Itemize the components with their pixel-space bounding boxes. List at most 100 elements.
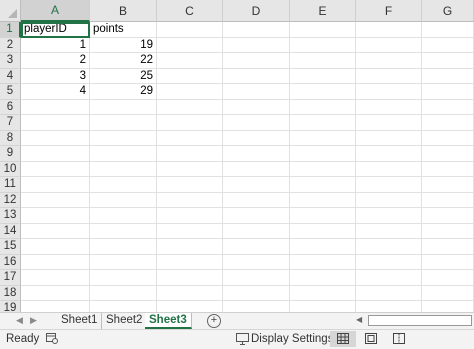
cell-a3[interactable]: 2 [21, 53, 90, 69]
display-settings-icon[interactable] [236, 333, 249, 345]
cell-e14[interactable] [290, 223, 356, 239]
cell-g14[interactable] [422, 223, 474, 239]
row-header-5[interactable]: 5 [0, 84, 21, 100]
cell-e11[interactable] [290, 177, 356, 193]
cell-a12[interactable] [21, 192, 90, 208]
cell-a17[interactable] [21, 270, 90, 286]
sheet-tab-sheet1[interactable]: Sheet1 [57, 313, 103, 329]
cell-c4[interactable] [157, 68, 223, 84]
cell-f2[interactable] [356, 37, 422, 53]
cell-e9[interactable] [290, 146, 356, 162]
row-header-9[interactable]: 9 [0, 146, 21, 162]
column-header-a[interactable]: A [21, 0, 90, 22]
column-header-g[interactable]: G [422, 0, 474, 22]
cell-b2[interactable]: 19 [90, 37, 157, 53]
row-header-8[interactable]: 8 [0, 130, 21, 146]
cell-c8[interactable] [157, 130, 223, 146]
cell-f10[interactable] [356, 161, 422, 177]
cell-e12[interactable] [290, 192, 356, 208]
cell-a19[interactable] [21, 301, 90, 312]
column-header-d[interactable]: D [223, 0, 290, 22]
cell-b18[interactable] [90, 285, 157, 301]
worksheet-grid[interactable]: ABCDEFG 1 2 3 4 5 6 7 8 9 10 11 12 13 14 15 16 17 18 19 pl… [0, 0, 474, 312]
cell-g9[interactable] [422, 146, 474, 162]
row-header-15[interactable]: 15 [0, 239, 21, 255]
cell-f1[interactable] [356, 22, 422, 38]
cell-b13[interactable] [90, 208, 157, 224]
cell-g13[interactable] [422, 208, 474, 224]
cell-f19[interactable] [356, 301, 422, 312]
cell-a11[interactable] [21, 177, 90, 193]
cell-g8[interactable] [422, 130, 474, 146]
cell-d4[interactable] [223, 68, 290, 84]
cell-e16[interactable] [290, 254, 356, 270]
cell-d6[interactable] [223, 99, 290, 115]
cell-a1[interactable]: playerID [21, 22, 90, 38]
cell-f5[interactable] [356, 84, 422, 100]
scroll-left-icon[interactable]: ◀ [356, 315, 366, 327]
cell-e5[interactable] [290, 84, 356, 100]
cell-d9[interactable] [223, 146, 290, 162]
cell-e17[interactable] [290, 270, 356, 286]
cell-e2[interactable] [290, 37, 356, 53]
cell-b10[interactable] [90, 161, 157, 177]
row-header-13[interactable]: 13 [0, 208, 21, 224]
cell-f18[interactable] [356, 285, 422, 301]
cell-f8[interactable] [356, 130, 422, 146]
cell-d16[interactable] [223, 254, 290, 270]
cell-g17[interactable] [422, 270, 474, 286]
cell-f3[interactable] [356, 53, 422, 69]
cell-g1[interactable] [422, 22, 474, 38]
cell-a8[interactable] [21, 130, 90, 146]
cell-c15[interactable] [157, 239, 223, 255]
cell-c7[interactable] [157, 115, 223, 131]
cell-e4[interactable] [290, 68, 356, 84]
sheet-tab-sheet2[interactable]: Sheet2 [102, 313, 148, 329]
cell-a18[interactable] [21, 285, 90, 301]
row-header-1[interactable]: 1 [0, 22, 21, 38]
cell-f9[interactable] [356, 146, 422, 162]
cell-d15[interactable] [223, 239, 290, 255]
cell-d19[interactable] [223, 301, 290, 312]
cell-c10[interactable] [157, 161, 223, 177]
cell-d7[interactable] [223, 115, 290, 131]
cell-f17[interactable] [356, 270, 422, 286]
cell-f16[interactable] [356, 254, 422, 270]
cell-a13[interactable] [21, 208, 90, 224]
cell-f15[interactable] [356, 239, 422, 255]
cell-b3[interactable]: 22 [90, 53, 157, 69]
cell-b19[interactable] [90, 301, 157, 312]
cell-g16[interactable] [422, 254, 474, 270]
row-header-18[interactable]: 18 [0, 285, 21, 301]
cell-g15[interactable] [422, 239, 474, 255]
cell-g3[interactable] [422, 53, 474, 69]
cell-e15[interactable] [290, 239, 356, 255]
cell-b9[interactable] [90, 146, 157, 162]
cell-d14[interactable] [223, 223, 290, 239]
cell-b1[interactable]: points [90, 22, 157, 38]
column-header-b[interactable]: B [90, 0, 157, 22]
cell-g19[interactable] [422, 301, 474, 312]
cell-d12[interactable] [223, 192, 290, 208]
cell-d10[interactable] [223, 161, 290, 177]
cell-e7[interactable] [290, 115, 356, 131]
cell-d17[interactable] [223, 270, 290, 286]
cell-c6[interactable] [157, 99, 223, 115]
row-header-2[interactable]: 2 [0, 37, 21, 53]
normal-view-icon[interactable] [330, 331, 356, 347]
cell-f6[interactable] [356, 99, 422, 115]
cell-c17[interactable] [157, 270, 223, 286]
cell-b14[interactable] [90, 223, 157, 239]
cell-c5[interactable] [157, 84, 223, 100]
cell-c16[interactable] [157, 254, 223, 270]
cell-g18[interactable] [422, 285, 474, 301]
page-layout-view-icon[interactable] [358, 331, 384, 347]
cell-b16[interactable] [90, 254, 157, 270]
cell-d1[interactable] [223, 22, 290, 38]
cell-d18[interactable] [223, 285, 290, 301]
select-all-corner[interactable] [0, 0, 21, 22]
cell-d3[interactable] [223, 53, 290, 69]
cell-b17[interactable] [90, 270, 157, 286]
cell-g4[interactable] [422, 68, 474, 84]
cell-b7[interactable] [90, 115, 157, 131]
